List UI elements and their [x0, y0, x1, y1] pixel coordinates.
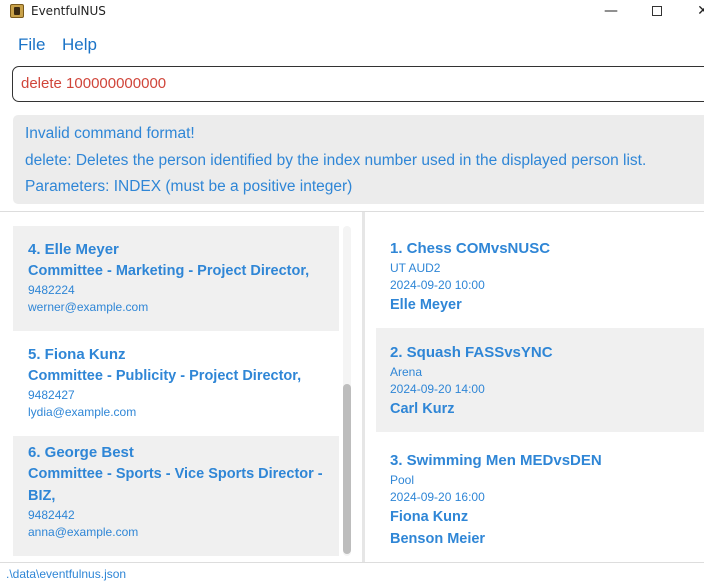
menu-help[interactable]: Help [62, 35, 97, 55]
command-input[interactable]: delete 100000000000 [12, 66, 704, 102]
person-role: Committee - Sports - Vice Sports Directo… [28, 466, 323, 482]
event-venue: Arena [390, 365, 423, 379]
result-display: Invalid command format! delete: Deletes … [13, 115, 704, 204]
person-list-scrollbar[interactable] [343, 226, 351, 556]
minimize-button[interactable]: — [588, 0, 634, 24]
event-name: 3. Swimming Men MEDvsDEN [390, 452, 602, 469]
result-line: delete: Deletes the person identified by… [25, 151, 647, 169]
result-display-panel: Invalid command format! delete: Deletes … [0, 108, 704, 212]
event-name: 1. Chess COMvsNUSC [390, 240, 551, 257]
event-card[interactable]: 2. Squash FASSvsYNC Arena 2024-09-20 14:… [376, 328, 704, 432]
close-button[interactable]: ✕ [680, 0, 704, 24]
person-email: lydia@example.com [28, 405, 137, 419]
event-participant: Benson Meier [390, 531, 486, 547]
person-role: Committee - Marketing - Project Director… [28, 263, 310, 279]
person-name: 6. George Best [28, 444, 134, 461]
person-card[interactable]: 4. Elle Meyer Committee - Marketing - Pr… [13, 226, 339, 331]
event-datetime: 2024-09-20 10:00 [390, 278, 485, 292]
event-name: 2. Squash FASSvsYNC [390, 344, 553, 361]
person-card[interactable]: 5. Fiona Kunz Committee - Publicity - Pr… [13, 331, 339, 436]
event-venue: Pool [390, 473, 415, 487]
scrollbar-thumb[interactable] [343, 384, 351, 554]
person-name: 4. Elle Meyer [28, 241, 119, 258]
maximize-icon [652, 6, 662, 16]
maximize-button[interactable] [634, 0, 680, 24]
event-participant: Fiona Kunz [390, 509, 469, 525]
event-participant: Elle Meyer [390, 297, 462, 313]
title-bar: EventfulNUS — ✕ [0, 0, 704, 24]
person-email: werner@example.com [28, 300, 149, 314]
window-title: EventfulNUS [31, 4, 106, 18]
person-phone: 9482442 [28, 508, 75, 522]
event-list-panel: 1. Chess COMvsNUSC UT AUD2 2024-09-20 10… [365, 212, 704, 562]
event-card[interactable]: 3. Swimming Men MEDvsDEN Pool 2024-09-20… [376, 432, 704, 557]
person-phone: 9482224 [28, 283, 75, 297]
person-email: anna@example.com [28, 525, 139, 539]
person-phone: 9482427 [28, 388, 75, 402]
person-role: BIZ, [28, 488, 56, 504]
menu-bar: File Help [0, 24, 704, 62]
person-name: 5. Fiona Kunz [28, 346, 126, 363]
person-card[interactable]: 6. George Best Committee - Sports - Vice… [13, 436, 339, 556]
person-role: Committee - Publicity - Project Director… [28, 368, 302, 384]
command-box: delete 100000000000 [0, 62, 704, 108]
app-icon [10, 4, 24, 18]
result-line: Parameters: INDEX (must be a positive in… [25, 178, 353, 195]
result-line: Invalid command format! [25, 125, 195, 142]
event-list[interactable]: 1. Chess COMvsNUSC UT AUD2 2024-09-20 10… [376, 224, 704, 562]
event-card[interactable]: 1. Chess COMvsNUSC UT AUD2 2024-09-20 10… [376, 224, 704, 328]
status-bar: .\data\eventfulnus.json [0, 562, 704, 581]
person-list[interactable]: 4. Elle Meyer Committee - Marketing - Pr… [13, 226, 339, 556]
event-venue: UT AUD2 [390, 261, 441, 275]
event-datetime: 2024-09-20 16:00 [390, 490, 485, 504]
menu-file[interactable]: File [18, 35, 45, 55]
event-datetime: 2024-09-20 14:00 [390, 382, 485, 396]
person-list-panel: 4. Elle Meyer Committee - Marketing - Pr… [0, 212, 362, 562]
save-file-path: .\data\eventfulnus.json [6, 567, 127, 581]
event-participant: Carl Kurz [390, 401, 455, 417]
